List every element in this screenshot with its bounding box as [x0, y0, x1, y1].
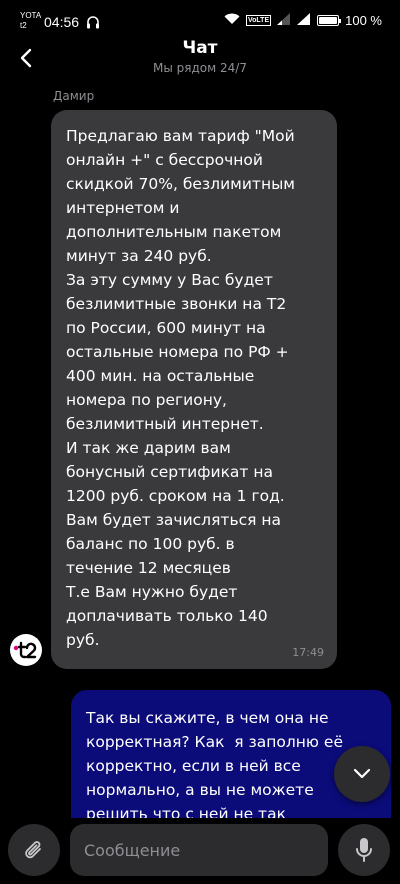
signal-icon-sim1	[277, 13, 291, 28]
chat-title: Чат	[182, 38, 218, 58]
scroll-down-button[interactable]	[334, 746, 390, 802]
microphone-icon	[356, 838, 372, 862]
headphones-icon	[86, 14, 100, 33]
battery-percent: 100 %	[345, 13, 382, 28]
message-time: 17:49	[292, 646, 324, 659]
outgoing-message-text: Так вы скажите, в чем она не корректная?…	[86, 709, 343, 823]
chat-header: Чат Мы рядом 24/7	[0, 36, 400, 86]
input-bar	[0, 818, 400, 884]
voice-message-button[interactable]	[338, 824, 390, 876]
paperclip-icon	[25, 841, 41, 859]
status-icons: VoLTE 100 %	[224, 13, 382, 28]
t2-logo-icon	[13, 641, 37, 659]
chevron-down-icon	[353, 768, 371, 779]
carrier-name: YOTA	[20, 11, 42, 20]
wifi-icon	[224, 13, 240, 28]
status-bar: YOTA t2 04:56 VoLTE 100 %	[0, 0, 400, 40]
carrier-sub: t2	[20, 21, 27, 30]
volte-badge: VoLTE	[245, 15, 272, 26]
incoming-message-text: Предлагаю вам тариф "Мой онлайн +" с бес…	[66, 127, 296, 649]
attach-button[interactable]	[8, 824, 60, 876]
carrier-label: YOTA t2	[20, 11, 41, 31]
sender-name: Дамир	[53, 89, 95, 103]
incoming-message-bubble[interactable]: Предлагаю вам тариф "Мой онлайн +" с бес…	[51, 110, 337, 669]
message-input[interactable]	[70, 824, 328, 876]
signal-icon-sim2	[297, 13, 311, 28]
battery-icon	[317, 15, 342, 26]
status-time: 04:56	[44, 14, 80, 30]
operator-avatar	[10, 634, 42, 666]
chat-subtitle: Мы рядом 24/7	[153, 61, 247, 75]
